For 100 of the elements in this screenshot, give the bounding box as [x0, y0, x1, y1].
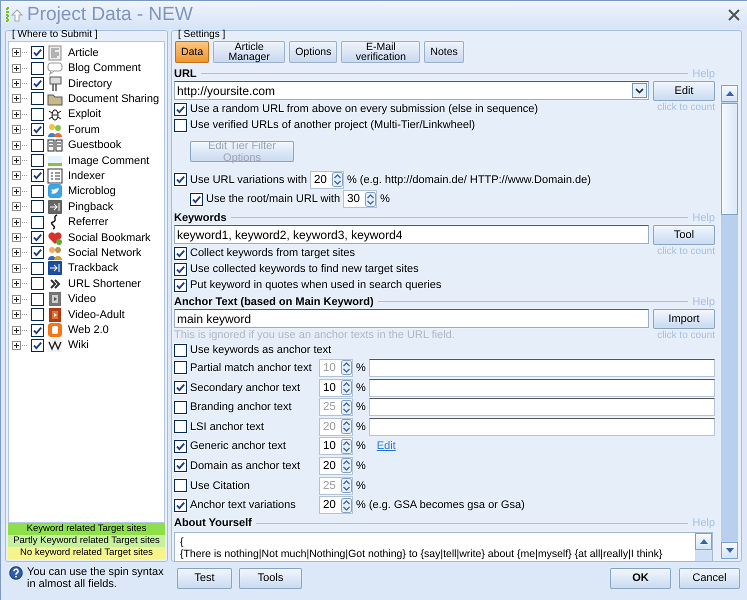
dialog-button[interactable]: Test: [177, 568, 232, 588]
number-field[interactable]: 20: [319, 496, 353, 514]
spin-arrows-icon[interactable]: [341, 419, 352, 434]
text-field[interactable]: main keyword: [174, 309, 649, 328]
checkbox[interactable]: [174, 344, 187, 357]
checkbox[interactable]: [31, 231, 44, 244]
url-field[interactable]: http://yoursite.com: [174, 81, 649, 100]
checkbox[interactable]: [174, 381, 187, 394]
checkbox[interactable]: [31, 308, 44, 322]
tab[interactable]: Options: [289, 41, 338, 63]
tree-item[interactable]: Trackback: [68, 262, 118, 274]
checkbox[interactable]: [31, 216, 44, 229]
spin-arrows-icon[interactable]: [341, 380, 352, 396]
tab[interactable]: Notes: [424, 41, 464, 63]
checkbox[interactable]: [31, 277, 44, 290]
spin-arrows-icon[interactable]: [341, 478, 352, 494]
expand-icon[interactable]: [12, 140, 28, 150]
checkbox[interactable]: [31, 169, 44, 182]
tab[interactable]: Data: [175, 41, 210, 63]
tree-item[interactable]: Blog Comment: [68, 62, 141, 74]
expand-icon[interactable]: [12, 202, 28, 212]
checkbox[interactable]: [174, 102, 187, 116]
tab[interactable]: E-Mail verification: [341, 41, 420, 63]
checkbox[interactable]: [31, 324, 44, 337]
tab[interactable]: Article Manager: [213, 41, 286, 63]
text-field[interactable]: [368, 398, 715, 416]
expand-icon[interactable]: [12, 64, 28, 73]
dialog-button[interactable]: OK: [610, 568, 671, 588]
checkbox[interactable]: [31, 338, 44, 352]
checkbox[interactable]: [174, 498, 187, 512]
checkbox[interactable]: [174, 420, 187, 434]
tree-item[interactable]: Microblog: [68, 185, 116, 198]
tree-item[interactable]: Referrer: [68, 216, 108, 228]
checkbox[interactable]: [31, 62, 44, 75]
spin-arrows-icon[interactable]: [332, 172, 343, 188]
expand-icon[interactable]: [12, 110, 28, 119]
tree-item[interactable]: Video-Adult: [68, 308, 125, 321]
checkbox[interactable]: [31, 184, 44, 198]
tree-item[interactable]: URL Shortener: [68, 278, 141, 290]
checkbox[interactable]: [31, 123, 44, 136]
expand-icon[interactable]: [12, 248, 28, 258]
checkbox[interactable]: [174, 278, 187, 292]
expand-icon[interactable]: [12, 294, 28, 304]
text-area[interactable]: { {There is nothing|Not much|Nothing|Got nothing} to {say|tell|write} about {me|myself} {at all|really|I think}: [174, 532, 713, 562]
tree-item[interactable]: Indexer: [68, 170, 105, 182]
dialog-button[interactable]: Tools: [239, 568, 302, 588]
number-field[interactable]: 20: [310, 170, 344, 189]
checkbox[interactable]: [31, 138, 44, 152]
scroll-up-button[interactable]: [721, 85, 738, 102]
expand-icon[interactable]: [12, 340, 28, 350]
field-button[interactable]: Tool: [653, 225, 715, 246]
field-button[interactable]: Import: [653, 309, 715, 330]
tree-item[interactable]: Pingback: [68, 200, 114, 213]
expand-icon[interactable]: [12, 218, 28, 227]
dropdown-button[interactable]: [632, 83, 647, 98]
text-field[interactable]: [368, 358, 715, 377]
expand-icon[interactable]: [12, 94, 28, 104]
scroll-thumb[interactable]: [721, 103, 738, 215]
tree-item[interactable]: Directory: [68, 78, 112, 90]
number-field[interactable]: 30: [343, 190, 378, 208]
tree-item[interactable]: Wiki: [68, 339, 89, 352]
spin-arrows-icon[interactable]: [365, 192, 376, 207]
checkbox[interactable]: [31, 246, 44, 260]
checkbox[interactable]: [174, 361, 187, 374]
scroll-down-button[interactable]: [721, 542, 738, 559]
text-field[interactable]: [368, 378, 715, 397]
checkbox[interactable]: [174, 262, 187, 276]
scroll-up-button[interactable]: [695, 532, 712, 550]
checkbox[interactable]: [31, 200, 44, 214]
checkbox[interactable]: [31, 292, 44, 306]
field-button[interactable]: Edit: [653, 81, 715, 101]
number-field[interactable]: 10: [319, 378, 353, 397]
expand-icon[interactable]: [12, 279, 28, 288]
expand-icon[interactable]: [12, 310, 28, 320]
tree-item[interactable]: Document Sharing: [68, 92, 160, 105]
tree-item[interactable]: Article: [68, 46, 99, 59]
tree-item[interactable]: Video: [68, 293, 96, 306]
tree-item[interactable]: Forum: [68, 124, 100, 136]
tree-item[interactable]: Social Bookmark: [68, 232, 151, 244]
expand-icon[interactable]: [12, 171, 28, 180]
checkbox[interactable]: [174, 440, 187, 453]
checkbox[interactable]: [174, 479, 187, 492]
spin-arrows-icon[interactable]: [341, 498, 352, 513]
checkbox[interactable]: [174, 400, 187, 414]
edit-link[interactable]: Edit: [376, 440, 396, 452]
tree-item[interactable]: Exploit: [68, 108, 102, 120]
expand-icon[interactable]: [12, 233, 28, 242]
checkbox[interactable]: [174, 118, 187, 132]
tree-item[interactable]: Social Network: [68, 246, 142, 259]
expand-icon[interactable]: [12, 156, 28, 166]
spin-arrows-icon[interactable]: [341, 360, 352, 376]
spin-arrows-icon[interactable]: [341, 400, 352, 415]
tree-item[interactable]: Guestbook: [68, 139, 122, 152]
checkbox[interactable]: [31, 77, 44, 90]
tree-item[interactable]: Image Comment: [68, 154, 150, 167]
checkbox[interactable]: [174, 246, 187, 260]
close-icon[interactable]: [728, 9, 740, 21]
checkbox[interactable]: [190, 192, 203, 206]
checkbox[interactable]: [31, 154, 44, 168]
number-field[interactable]: 10: [319, 437, 353, 456]
